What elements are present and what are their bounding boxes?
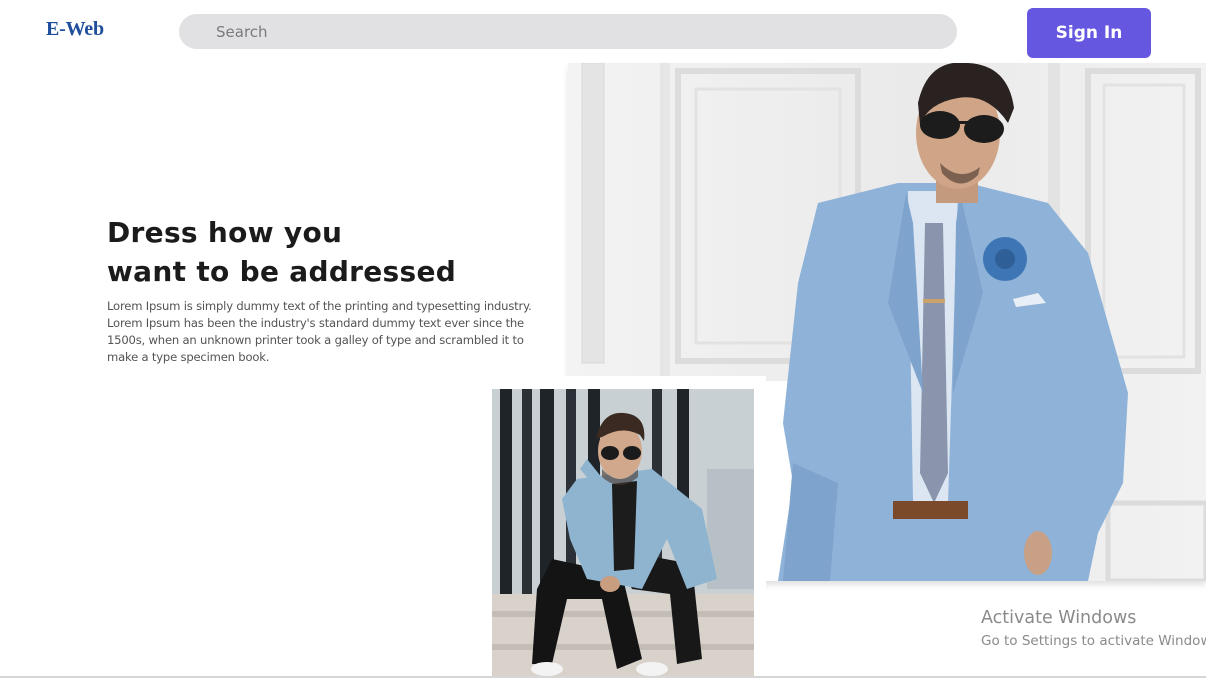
lifestyle-image-denim: [492, 389, 754, 678]
hero-headline-line-1: Dress how you: [107, 216, 343, 249]
activate-windows-title: Activate Windows: [981, 608, 1137, 628]
hero-headline: Dress how you want to be addressed: [107, 213, 456, 291]
hero-headline-line-2: want to be addressed: [107, 255, 457, 288]
search-input[interactable]: [214, 21, 957, 42]
hero-description: Lorem Ipsum is simply dummy text of the …: [107, 299, 532, 364]
sign-in-button[interactable]: Sign In: [1027, 8, 1151, 58]
denim-model-illustration: [492, 389, 754, 678]
search-bar[interactable]: [179, 14, 957, 49]
brand-logo[interactable]: E-Web: [46, 18, 104, 41]
activate-windows-subtitle: Go to Settings to activate Windows.: [981, 633, 1206, 649]
